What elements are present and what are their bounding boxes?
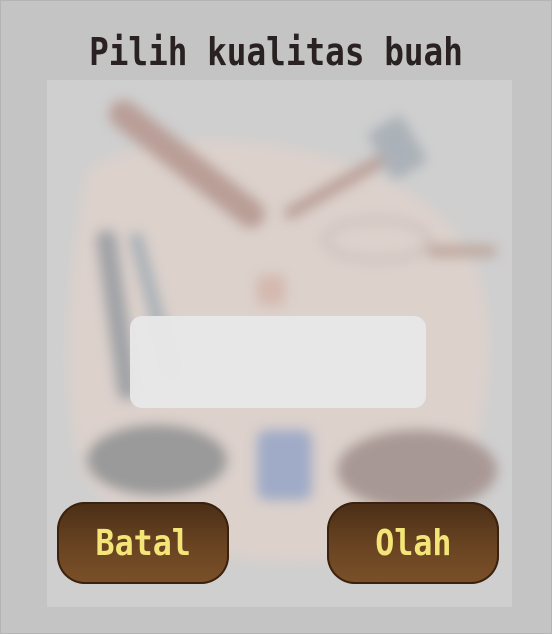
quality-result-box [130,316,426,408]
cancel-button[interactable]: Batal [57,502,229,584]
process-button[interactable]: Olah [327,502,499,584]
process-button-label: Olah [374,522,452,564]
dialog-title: Pilih kualitas buah [89,30,463,74]
cancel-button-label: Batal [95,522,191,564]
